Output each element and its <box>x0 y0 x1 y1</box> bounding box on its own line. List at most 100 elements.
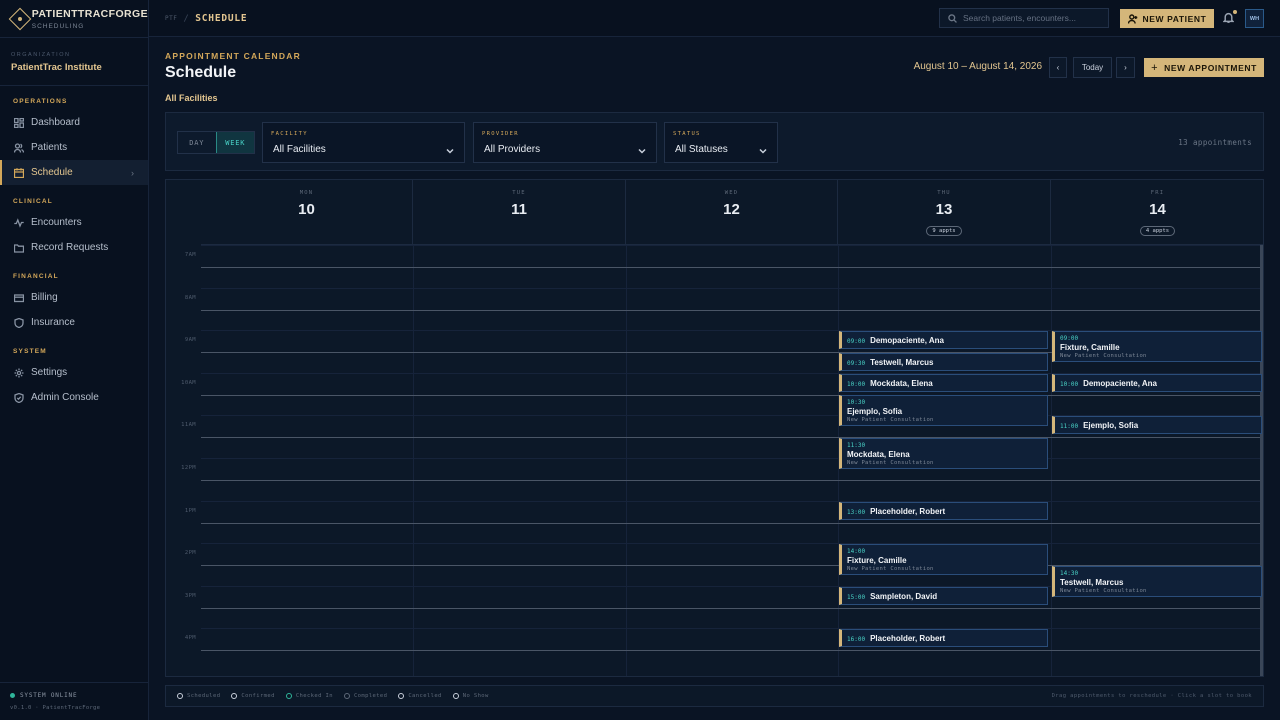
today-button[interactable]: Today <box>1073 57 1112 78</box>
page-title: Schedule <box>165 64 237 81</box>
day-header[interactable]: MON 10 <box>201 180 413 245</box>
section-financial: FINANCIAL <box>13 273 59 280</box>
status-select[interactable]: STATUS All Statuses <box>664 122 778 163</box>
status-ring-icon <box>285 693 292 699</box>
provider-value: All Providers <box>484 144 541 155</box>
legend-label: Scheduled <box>187 693 221 699</box>
new-patient-button[interactable]: NEW PATIENT <box>1120 9 1214 28</box>
filter-bar: DAY WEEK FACILITY All Facilities PROVIDE… <box>165 112 1264 171</box>
dashboard-icon <box>14 117 24 128</box>
day-number: 14 <box>1149 201 1166 218</box>
sidebar-item-label: Billing <box>31 292 58 303</box>
appointment-time: 09:30 <box>847 359 866 367</box>
appointment-card[interactable]: 10:00 Demopaciente, Ana <box>1052 373 1262 392</box>
sidebar-item-settings[interactable]: Settings <box>0 360 148 385</box>
search-box[interactable] <box>939 8 1109 28</box>
provider-label: PROVIDER <box>482 131 519 137</box>
sidebar-item-admin-console[interactable]: Admin Console <box>0 385 148 410</box>
users-icon <box>14 142 24 153</box>
view-day-button[interactable]: DAY <box>178 132 216 153</box>
appointment-time: 14:30 <box>1060 569 1079 577</box>
sidebar-item-patients[interactable]: Patients <box>0 135 148 160</box>
day-name: FRI <box>1150 190 1165 196</box>
appointment-card[interactable]: 10:00 Mockdata, Elena <box>839 373 1048 392</box>
chevron-right-icon: › <box>131 167 134 178</box>
appointment-time: 10:30 <box>847 399 866 407</box>
sidebar-item-encounters[interactable]: Encounters <box>0 210 148 235</box>
new-appointment-button[interactable]: + NEW APPOINTMENT <box>1144 58 1264 77</box>
appointment-patient: Sampleton, David <box>870 591 938 601</box>
sidebar-item-billing[interactable]: Billing <box>0 285 148 310</box>
hour-label: 2PM <box>184 550 196 557</box>
sidebar-item-insurance[interactable]: Insurance <box>0 310 148 335</box>
day-name: TUE <box>512 190 526 196</box>
sidebar-item-record-requests[interactable]: Record Requests <box>0 235 148 260</box>
appointment-type: New Patient Consultation <box>847 459 934 466</box>
notifications-button[interactable] <box>1222 10 1237 24</box>
avatar[interactable]: WH <box>1245 9 1264 28</box>
half-hour-line <box>201 287 1261 289</box>
status-legend: Scheduled Confirmed Checked In Completed Can… <box>165 685 1264 707</box>
organization: ORGANIZATION PatientTrac Institute <box>0 38 148 86</box>
appointment-card[interactable]: 09:00 Demopaciente, Ana <box>839 331 1048 350</box>
appointment-time: 10:00 <box>1060 380 1079 388</box>
appointment-patient: Mockdata, Elena <box>870 378 933 388</box>
brand[interactable]: PATIENTTRACFORGE SCHEDULING <box>0 0 148 38</box>
status-ring-icon <box>452 693 459 699</box>
day-name: MON <box>299 190 314 196</box>
day-number: 13 <box>935 201 953 218</box>
day-header[interactable]: THU 13 9 appts <box>838 180 1051 245</box>
brand-name: PATIENTTRACFORGE <box>31 7 148 20</box>
system-status: SYSTEM ONLINE v0.1.0 · PatientTracForge <box>0 682 149 720</box>
appointment-card[interactable]: 15:00 Sampleton, David <box>839 586 1048 605</box>
provider-select[interactable]: PROVIDER All Providers <box>473 122 657 163</box>
appointment-card[interactable]: 13:00 Placeholder, Robert <box>839 501 1048 520</box>
appointment-patient: Demopaciente, Ana <box>1083 378 1158 388</box>
appointment-time: 13:00 <box>847 508 866 516</box>
status-ring-icon <box>177 693 183 699</box>
breadcrumb-root[interactable]: PTF <box>165 15 177 22</box>
half-hour-line <box>201 500 1261 502</box>
sidebar-item-schedule[interactable]: Schedule › <box>0 160 148 185</box>
appointment-card[interactable]: 14:30 Testwell, Marcus New Patient Consult… <box>1052 565 1262 597</box>
page-filter-label: All Facilities <box>165 93 218 103</box>
appointment-card[interactable]: 11:00 Ejemplo, Sofia <box>1052 416 1262 435</box>
sidebar: PATIENTTRACFORGE SCHEDULING ORGANIZATION… <box>0 0 149 720</box>
hour-line <box>201 309 1261 311</box>
calendar-scrollbar[interactable] <box>1260 245 1263 676</box>
appointment-card[interactable]: 09:00 Fixture, Camille New Patient Consult… <box>1052 331 1262 363</box>
half-hour-line <box>201 628 1261 630</box>
appointment-time: 11:30 <box>847 441 866 449</box>
appointment-card[interactable]: 14:00 Fixture, Camille New Patient Consult… <box>839 544 1048 576</box>
notification-badge <box>1233 10 1237 14</box>
day-header[interactable]: TUE 11 <box>413 180 626 245</box>
shield-icon <box>14 317 24 328</box>
sidebar-item-dashboard[interactable]: Dashboard <box>0 110 148 135</box>
user-plus-icon <box>1127 13 1137 24</box>
legend-label: Confirmed <box>241 693 275 699</box>
hour-line <box>201 437 1261 439</box>
next-week-button[interactable]: › <box>1116 57 1135 78</box>
appointment-patient: Mockdata, Elena <box>847 449 910 459</box>
search-input[interactable] <box>963 13 1103 23</box>
appointment-card[interactable]: 11:30 Mockdata, Elena New Patient Consulta… <box>839 437 1048 469</box>
appointment-card[interactable]: 16:00 Placeholder, Robert <box>839 629 1048 648</box>
appointment-type: New Patient Consultation <box>1060 587 1147 594</box>
appointment-card[interactable]: 09:30 Testwell, Marcus <box>839 352 1048 371</box>
appointment-type: New Patient Consultation <box>847 566 934 573</box>
chevron-down-icon <box>638 144 646 154</box>
legend-item: Completed <box>343 693 387 699</box>
prev-week-button[interactable]: ‹ <box>1049 57 1067 78</box>
appointment-count: 13 appointments <box>1178 138 1252 147</box>
view-week-button[interactable]: WEEK <box>215 132 254 153</box>
week-calendar[interactable]: MON 10 TUE 11 WED 12 THU 13 9 appts FRI 14 4 appts 7… <box>165 179 1264 677</box>
hour-line <box>201 522 1261 524</box>
day-header[interactable]: WED 12 <box>626 180 838 245</box>
appointment-patient: Testwell, Marcus <box>870 357 934 367</box>
facility-select[interactable]: FACILITY All Facilities <box>262 122 465 163</box>
day-number: 12 <box>723 201 740 218</box>
appointment-card[interactable]: 10:30 Ejemplo, Sofia New Patient Consultat… <box>839 395 1048 427</box>
day-name: WED <box>724 190 739 196</box>
view-toggle: DAY WEEK <box>177 131 255 154</box>
day-header[interactable]: FRI 14 4 appts <box>1051 180 1263 245</box>
